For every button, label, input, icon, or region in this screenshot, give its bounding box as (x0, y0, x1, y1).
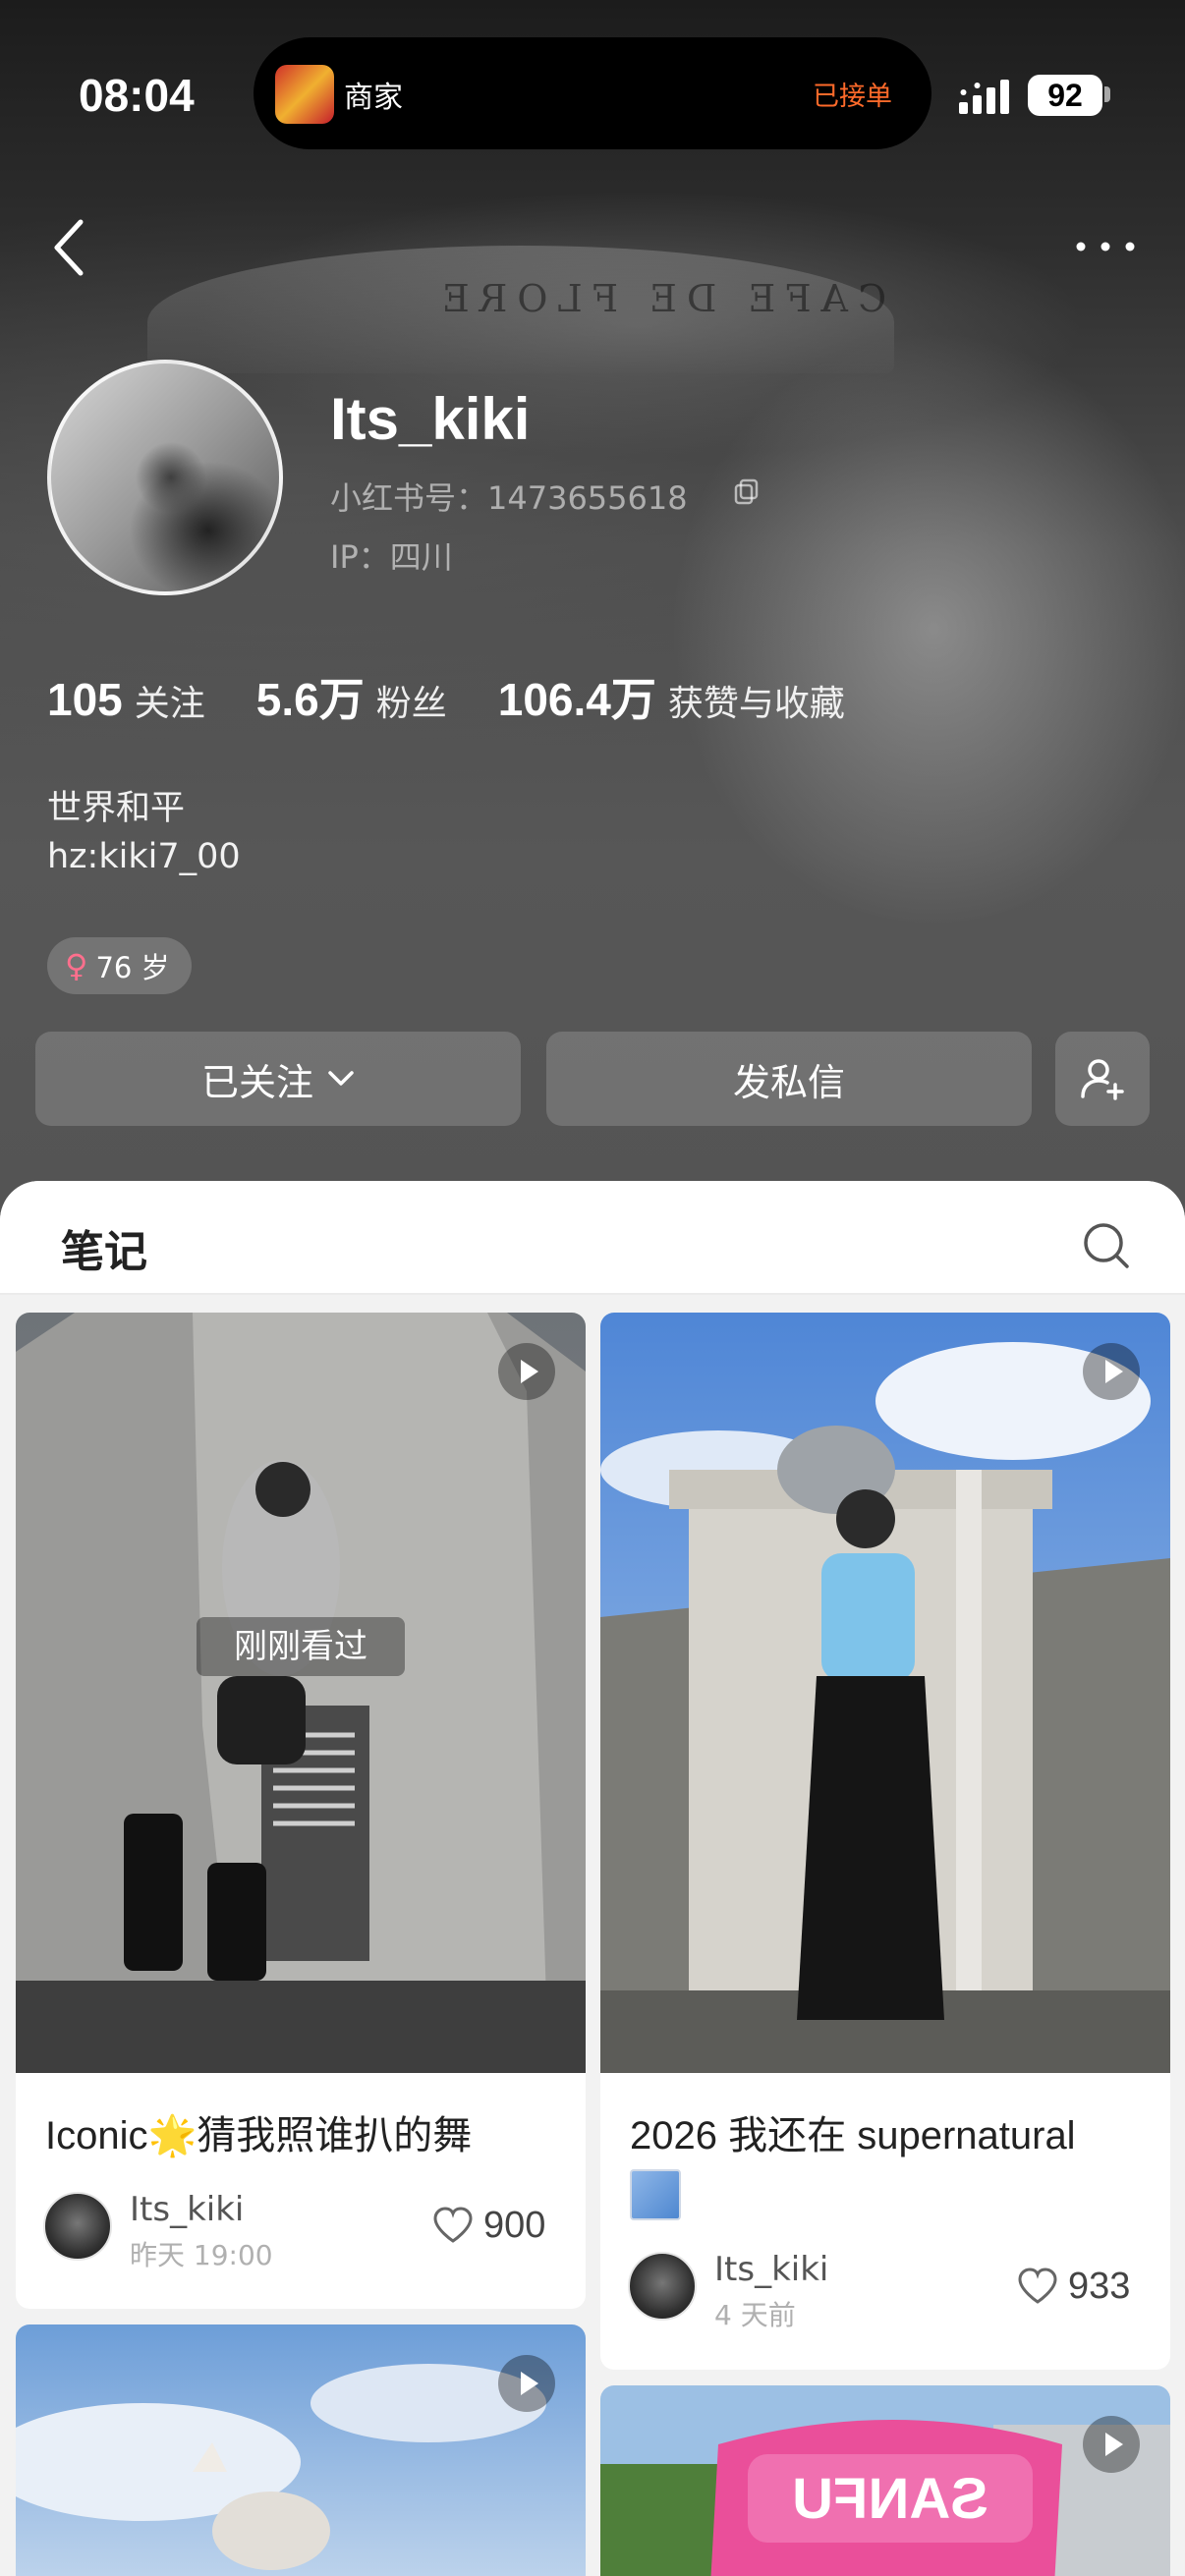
stat-value: 105 (47, 674, 123, 725)
app-icon (275, 65, 334, 124)
tab-bar: 笔记 (0, 1181, 1185, 1295)
ip-location: IP：四川 (330, 538, 453, 576)
notes-section: 笔记 刚刚看过 Iconic🌟猜我照谁扒的舞 Its_kiki 昨天 19:00… (0, 1181, 1185, 2576)
note-card[interactable]: SANFU (600, 2385, 1170, 2576)
battery-nub (1104, 86, 1110, 102)
stat-label: 关注 (134, 684, 205, 724)
author-avatar[interactable] (43, 2192, 112, 2261)
map-emoji-icon (630, 2169, 681, 2220)
island-app-name: 商家 (344, 81, 403, 115)
bio-line: hz:kiki7_00 (47, 837, 241, 876)
post-time: 昨天 19:00 (130, 2239, 273, 2271)
stat-label: 粉丝 (375, 684, 447, 724)
note-card[interactable]: 2026 我还在 supernatural Its_kiki 4 天前 933 (600, 1313, 1170, 2370)
female-icon: ♀ (65, 947, 88, 984)
back-icon[interactable] (49, 216, 88, 279)
svg-text:SANFU: SANFU (792, 2467, 988, 2531)
add-user-icon (1081, 1059, 1124, 1100)
note-card[interactable] (16, 2324, 586, 2576)
note-cover-image (16, 1313, 586, 2073)
message-label: 发私信 (732, 1060, 845, 1104)
status-time: 08:04 (79, 70, 195, 121)
bio-line: 世界和平 (47, 789, 186, 828)
stat-following[interactable]: 105 关注 (47, 673, 205, 726)
copy-icon[interactable] (733, 477, 761, 505)
note-card[interactable]: 刚刚看过 Iconic🌟猜我照谁扒的舞 Its_kiki 昨天 19:00 90… (16, 1313, 586, 2309)
profile-header: CAFE DE FLORE 08:04 商家 已接单 92 Its_kiki 小… (0, 0, 1185, 1218)
recently-viewed-badge: 刚刚看过 (197, 1617, 405, 1676)
note-title: Iconic🌟猜我照谁扒的舞 (45, 2114, 473, 2157)
like-count: 900 (483, 2205, 546, 2246)
xhs-id: 小红书号：1473655618 (330, 479, 688, 517)
like-count: 933 (1068, 2266, 1131, 2307)
video-play-icon (1083, 1343, 1140, 1400)
author-avatar[interactable] (628, 2252, 697, 2321)
add-friend-button[interactable] (1055, 1032, 1150, 1126)
dynamic-island[interactable]: 商家 已接单 (254, 37, 931, 149)
video-play-icon (498, 2355, 555, 2412)
tab-notes[interactable]: 笔记 (61, 1216, 147, 1279)
post-time: 4 天前 (714, 2299, 796, 2331)
stat-likes-collections[interactable]: 106.4万 获赞与收藏 (498, 664, 845, 729)
profile-stats: 105 关注 5.6万 粉丝 106.4万 获赞与收藏 (47, 664, 896, 729)
battery-indicator: 92 (1028, 75, 1102, 116)
following-label: 已关注 (200, 1060, 313, 1104)
stat-followers[interactable]: 5.6万 粉丝 (256, 664, 447, 729)
message-button[interactable]: 发私信 (546, 1032, 1032, 1126)
gender-age-tag: ♀ 76 岁 (47, 937, 192, 994)
search-icon[interactable] (1081, 1220, 1132, 1271)
avatar[interactable] (47, 360, 283, 595)
age-label: 76 岁 (95, 951, 170, 984)
stat-value: 5.6万 (255, 674, 365, 725)
note-cover-image (600, 1313, 1170, 2073)
heart-icon[interactable] (1017, 2268, 1058, 2305)
author-name[interactable]: Its_kiki (714, 2250, 828, 2289)
heart-icon[interactable] (432, 2207, 474, 2244)
island-order-status: 已接单 (813, 82, 892, 112)
stat-label: 获赞与收藏 (667, 684, 845, 724)
author-name[interactable]: Its_kiki (130, 2190, 244, 2229)
video-play-icon (1083, 2416, 1140, 2473)
username: Its_kiki (330, 386, 531, 452)
stat-value: 106.4万 (497, 674, 656, 725)
video-play-icon (498, 1343, 555, 1400)
following-button[interactable]: 已关注 (35, 1032, 521, 1126)
background-sign-text: CAFE DE FLORE (432, 277, 887, 320)
signal-icon (959, 80, 1009, 114)
chevron-down-icon (328, 1071, 354, 1086)
note-title: 2026 我还在 supernatural (630, 2114, 1076, 2157)
more-icon[interactable] (1071, 232, 1140, 261)
